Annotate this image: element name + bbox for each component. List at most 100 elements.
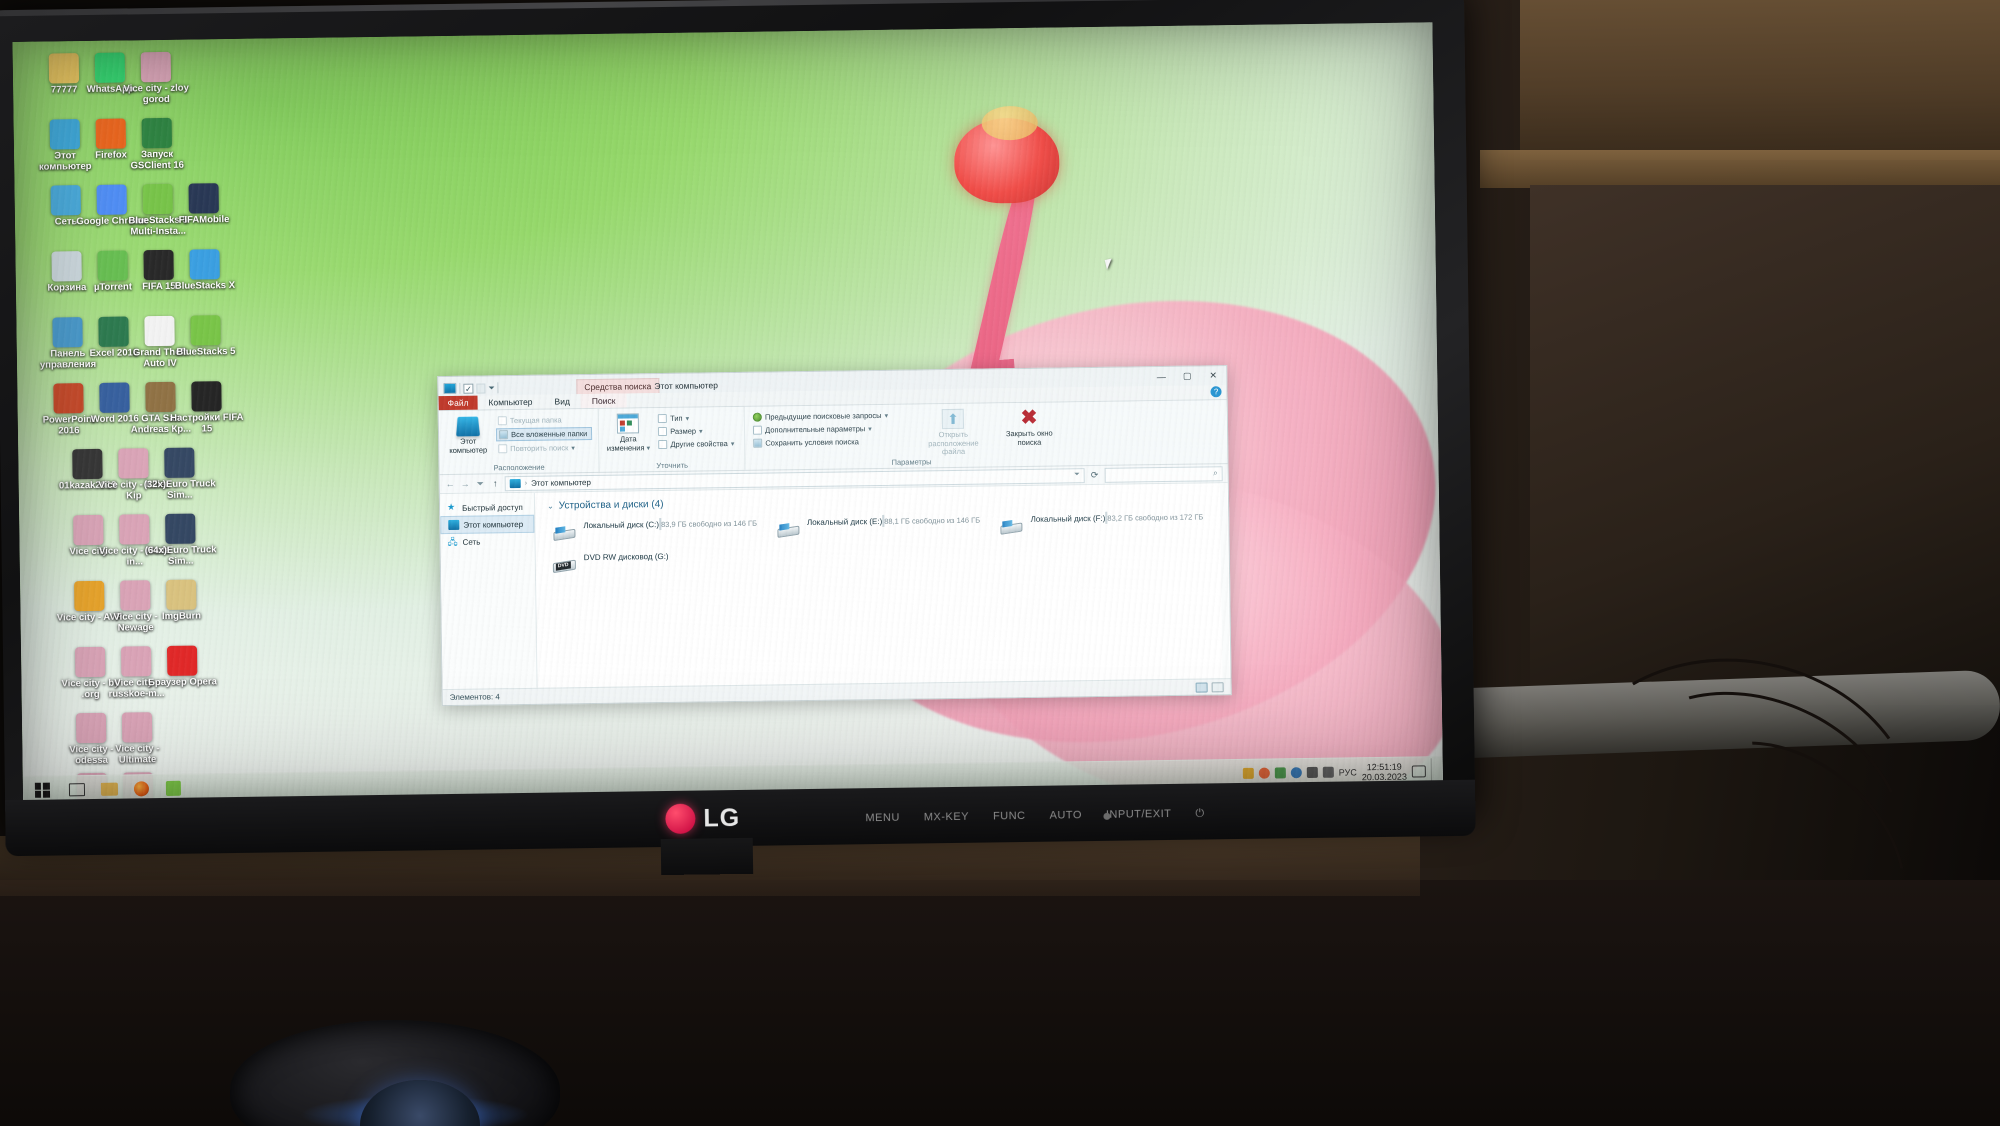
desktop-icon[interactable]: (32x)Euro Truck Sim...: [142, 447, 217, 501]
chevron-down-icon[interactable]: ⌄: [547, 502, 554, 511]
drive-item[interactable]: Локальный диск (E:) 88,1 ГБ свободно из 1…: [771, 512, 995, 543]
desktop-icon[interactable]: (64x)Euro Truck Sim...: [143, 513, 218, 567]
close-button[interactable]: ✕: [1200, 366, 1226, 385]
group-header[interactable]: ⌄ Устройства и диски (4): [547, 491, 1218, 511]
osd-button[interactable]: ⏻: [1195, 807, 1204, 820]
blank-icon[interactable]: [476, 382, 486, 394]
option-all-subfolders[interactable]: Все вложенные папки: [495, 426, 593, 442]
customize-dropdown-icon[interactable]: ⏷: [488, 383, 495, 393]
drive-list[interactable]: Локальный диск (C:) 83,9 ГБ свободно из 1…: [547, 509, 1219, 578]
desktop-icon-label: Настройки FIFA 15: [170, 411, 244, 434]
location-options[interactable]: Текущая папка Все вложенные папки Повтор…: [495, 412, 593, 454]
folder-icon: [497, 416, 507, 426]
desktop-icon[interactable]: Vice city - Ultimate: [100, 712, 175, 766]
chevron-down-icon[interactable]: ⏷: [1074, 471, 1080, 479]
properties-icon[interactable]: ✓: [463, 383, 474, 394]
this-pc-icon: [509, 478, 521, 488]
maximize-button[interactable]: ▢: [1174, 366, 1200, 385]
desktop-icon[interactable]: BlueStacks 5: [168, 315, 243, 359]
option-type[interactable]: Тип ▾: [656, 412, 738, 424]
network-tray-icon[interactable]: [1322, 766, 1334, 778]
view-toggle-group[interactable]: [1195, 681, 1224, 693]
tab-file[interactable]: Файл: [438, 395, 478, 411]
language-indicator[interactable]: РУС: [1339, 767, 1357, 777]
desktop-icon-label: FIFAMobile: [178, 214, 230, 226]
file-explorer-window[interactable]: ✓ ⏷ Средства поиска Этот компьютер — ▢ ✕: [437, 365, 1232, 707]
desktop-icon[interactable]: Запуск GSClient 16: [120, 117, 195, 172]
osd-button[interactable]: FUNC: [993, 810, 1026, 822]
options-list[interactable]: Предыдущие поисковые запросы ▾ Дополните…: [751, 408, 893, 449]
osd-button[interactable]: INPUT/EXIT: [1106, 808, 1172, 821]
file-list-area[interactable]: ⌄ Устройства и диски (4) Локальный диск …: [535, 483, 1231, 688]
open-file-location-button[interactable]: Открыть расположение файла: [922, 407, 985, 457]
option-size[interactable]: Размер ▾: [656, 425, 738, 437]
imgburn-icon: [166, 579, 197, 610]
this-pc-button[interactable]: Этот компьютер: [445, 413, 492, 455]
osd-button[interactable]: MENU: [865, 812, 900, 824]
quick-access-toolbar[interactable]: ✓ ⏷: [438, 382, 503, 396]
navigation-pane[interactable]: ★ Быстрый доступ Этот компьютер 🖧 Сеть: [439, 492, 538, 690]
desktop-icon-grid[interactable]: 77777 WhatsApp Vice city - zloy gorod Этот …: [21, 46, 331, 804]
button-label: Открыть расположение файла: [928, 429, 979, 457]
tray-icon[interactable]: [1242, 767, 1254, 779]
details-view-icon[interactable]: [1195, 681, 1208, 693]
option-advanced-options[interactable]: Дополнительные параметры ▾: [751, 423, 892, 436]
tab-search[interactable]: Поиск: [580, 393, 627, 409]
drive-item[interactable]: DVD RW дисковод (G:): [548, 548, 772, 579]
sidebar-item-this-pc[interactable]: Этот компьютер: [440, 514, 535, 535]
desktop-icon[interactable]: BlueStacks X: [167, 249, 242, 293]
desktop-icon[interactable]: Браузер Opera: [145, 645, 220, 689]
this-pc-icon[interactable]: [443, 382, 457, 395]
desktop-icon[interactable]: Vice city - zloy gorod: [119, 51, 194, 106]
tray-icon[interactable]: [1258, 767, 1270, 779]
recent-dropdown-icon[interactable]: ⏷: [475, 478, 486, 489]
refine-options[interactable]: Тип ▾ Размер ▾ Другие свойства ▾: [656, 410, 738, 450]
tab-computer[interactable]: Компьютер: [477, 395, 543, 410]
search-input[interactable]: ⌕: [1104, 465, 1223, 483]
refresh-icon[interactable]: ⟳: [1089, 469, 1101, 480]
vertical-scrollbar[interactable]: [1219, 483, 1230, 679]
osd-button[interactable]: AUTO: [1049, 809, 1082, 821]
drive-item[interactable]: Локальный диск (F:) 83,2 ГБ свободно из 1…: [994, 509, 1218, 540]
drive-item[interactable]: Локальный диск (C:) 83,9 ГБ свободно из 1…: [547, 516, 771, 547]
forward-arrow-icon[interactable]: →: [460, 479, 471, 489]
minimize-button[interactable]: —: [1148, 367, 1174, 386]
drive-free-space: 83,9 ГБ свободно из 146 ГБ: [660, 518, 758, 530]
date-modified-button[interactable]: Дата изменения ▾: [605, 411, 652, 454]
clock[interactable]: 12:51:19 20.03.2023: [1362, 761, 1407, 782]
button-label: Этот компьютер: [449, 436, 488, 455]
ribbon[interactable]: Этот компьютер Текущая папка Все вложенн…: [438, 400, 1228, 476]
sidebar-item-network[interactable]: 🖧 Сеть: [440, 533, 534, 550]
action-center-icon[interactable]: [1411, 764, 1426, 778]
option-save-search[interactable]: Сохранить условия поиска: [751, 436, 892, 449]
window-controls[interactable]: — ▢ ✕: [1148, 366, 1226, 386]
desktop-icon[interactable]: Настройки FIFA 15: [169, 381, 244, 435]
photo-scene: 77777 WhatsApp Vice city - zloy gorod Этот …: [0, 0, 2000, 1126]
close-search-button[interactable]: ✖ Закрыть окно поиска: [998, 405, 1061, 447]
bluestacks-x-icon: [189, 249, 220, 280]
desktop-icon[interactable]: FIFAMobile: [167, 183, 242, 227]
option-label: Текущая папка: [509, 415, 562, 426]
back-arrow-icon[interactable]: ←: [445, 479, 456, 489]
task-view-icon: [68, 783, 86, 797]
opera-icon: [166, 645, 198, 676]
option-previous-searches[interactable]: Предыдущие поисковые запросы ▾: [751, 410, 892, 423]
option-search-again[interactable]: Повторить поиск ▾: [496, 442, 592, 454]
drive-name: Локальный диск (E:): [806, 516, 883, 528]
tray-icon[interactable]: [1290, 767, 1302, 779]
tray-icon[interactable]: [1274, 767, 1286, 779]
desktop-icon[interactable]: ImgBurn: [144, 579, 219, 623]
desktop-icon-label: Vice city - zloy gorod: [123, 82, 189, 105]
sidebar-item-quick-access[interactable]: ★ Быстрый доступ: [440, 499, 534, 516]
tab-view[interactable]: Вид: [543, 394, 581, 409]
windows-desktop[interactable]: 77777 WhatsApp Vice city - zloy gorod Этот …: [12, 22, 1444, 804]
up-arrow-icon[interactable]: ↑: [490, 478, 501, 488]
help-question-icon[interactable]: ?: [1210, 386, 1222, 398]
explorer-icon: [100, 782, 118, 796]
chevron-down-icon: ▾: [868, 425, 872, 433]
option-other-properties[interactable]: Другие свойства ▾: [656, 438, 738, 450]
option-current-folder[interactable]: Текущая папка: [496, 414, 592, 426]
large-icons-view-icon[interactable]: [1211, 681, 1224, 692]
osd-button[interactable]: MX-KEY: [924, 811, 969, 824]
volume-icon[interactable]: [1306, 766, 1318, 779]
